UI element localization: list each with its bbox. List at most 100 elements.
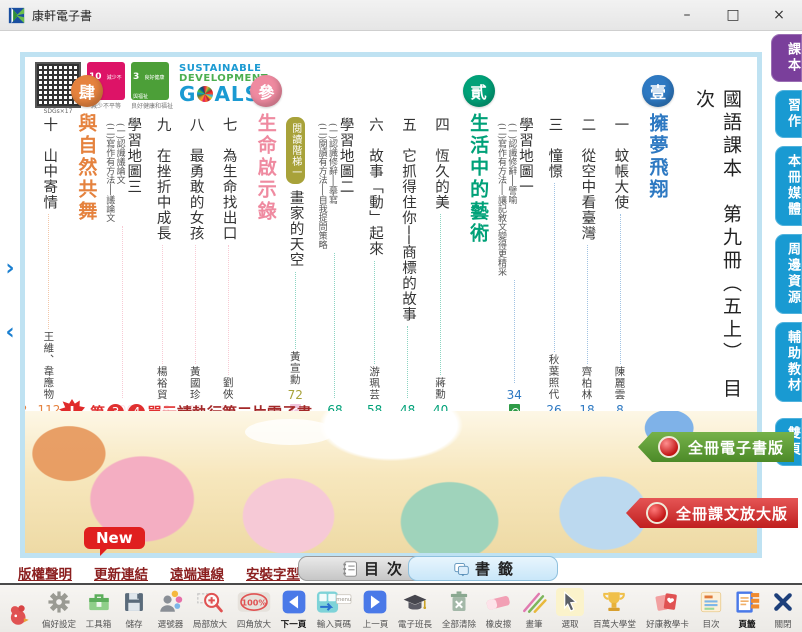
- tool-label: 百萬大學堂: [593, 617, 636, 629]
- unit-number-badge: 參: [250, 75, 282, 107]
- side-tab-3[interactable]: 本冊媒體: [775, 146, 802, 226]
- tool-close[interactable]: 關閉: [768, 586, 798, 632]
- toc-item[interactable]: 閱讀階梯一畫家的天空黃宣勳72: [283, 75, 307, 417]
- tool-eraser[interactable]: 橡皮擦: [483, 586, 513, 632]
- gear-icon: [46, 588, 72, 616]
- page-input-icon: menu: [315, 588, 353, 616]
- tool-cards[interactable]: 好康教學卡: [644, 586, 691, 632]
- footer-link-4[interactable]: 安裝字型: [246, 563, 300, 583]
- tool-pen[interactable]: 畫筆: [519, 586, 549, 632]
- tool-label: 目次: [703, 617, 720, 629]
- tool-toolbox[interactable]: 工具箱: [84, 586, 114, 632]
- page-number: 34: [507, 388, 522, 402]
- toc-item[interactable]: 四 恆久的美蔣勳40: [429, 75, 453, 417]
- side-tab-5[interactable]: 輔助教材: [775, 322, 802, 402]
- bookmark-tab-icon: [453, 560, 471, 578]
- toc-item[interactable]: 三 憧憬秋葉照代26: [542, 75, 566, 417]
- save-icon: [121, 588, 147, 616]
- prev-page-icon: [361, 588, 389, 616]
- lesson-title: 畫家的天空: [287, 190, 304, 268]
- tool-gear[interactable]: 偏好設定: [40, 586, 78, 632]
- tool-save[interactable]: 儲存: [119, 586, 149, 632]
- tool-label: 好康教學卡: [646, 617, 689, 629]
- next-page-icon: [280, 588, 308, 616]
- side-tab-2[interactable]: 習作: [775, 90, 802, 138]
- lesson-author: 王維、韋應物: [41, 331, 56, 400]
- side-tab-4[interactable]: 周邊資源: [775, 234, 802, 314]
- new-badge: New: [84, 527, 145, 549]
- footer-link-3[interactable]: 遠端連線: [170, 563, 224, 583]
- app-window: 康軒電子書 – □ × › ‹ 課本習作本冊媒體周邊資源輔助教材雙頁 SDGs×…: [0, 0, 802, 632]
- lesson-title: 一 蚊帳大使: [612, 117, 629, 210]
- tool-label: 選號器: [157, 617, 183, 629]
- tool-zoom-partial[interactable]: 局部放大: [191, 586, 229, 632]
- tool-label: 畫筆: [526, 617, 543, 629]
- bottom-toolbar: 偏好設定工具箱儲存選號器局部放大100%四角放大下一頁menu輸入頁碼上一頁電子…: [0, 583, 802, 632]
- scroll-left-arrow[interactable]: ‹: [2, 322, 18, 344]
- toc-unit-1: 壹擁夢飛翔一 蚊帳大使陳麗雲8二 從空中看臺灣齊柏林18三 憧憬秋葉照代26學習…: [496, 75, 675, 417]
- tool-clear-all[interactable]: 全部清除: [440, 586, 478, 632]
- lesson-title: 七 為生命找出口: [220, 117, 237, 241]
- toc-item[interactable]: 二 從空中看臺灣齊柏林18: [575, 75, 599, 417]
- lesson-title: 十一 與達駭黑熊走入山林: [20, 117, 24, 303]
- tool-page-input[interactable]: menu輸入頁碼: [314, 586, 354, 632]
- tabs-icon: [733, 588, 761, 616]
- toc-item[interactable]: 九 在挫折中成長楊裕貿96: [150, 75, 174, 417]
- unit-number-badge: 壹: [642, 75, 674, 107]
- class-leader-icon: [401, 588, 429, 616]
- window-title: 康軒電子書: [32, 7, 92, 24]
- toc-item[interactable]: 學習地圖二(一)認識修辭──摹寫(二)閱讀有方法──自我提問策略68: [316, 75, 353, 417]
- tool-label: 橡皮擦: [486, 617, 512, 629]
- lesson-title: 四 恆久的美: [432, 117, 449, 210]
- tool-prev-page[interactable]: 上一頁: [360, 586, 390, 632]
- zoom-partial-icon: [196, 588, 224, 616]
- tool-next-page[interactable]: 下一頁: [279, 586, 309, 632]
- toc-unit-4: 肆與自然共舞十 山中寄情王維、韋應物112十一 與達駭黑熊走入山林乜寇．索克魯曼…: [20, 75, 104, 417]
- toc-item[interactable]: 六 故事「動」起來游珮芸58: [363, 75, 387, 417]
- close-button[interactable]: ×: [756, 0, 802, 30]
- tool-select[interactable]: 選取: [555, 586, 585, 632]
- side-tab-1[interactable]: 課本: [771, 34, 802, 82]
- lesson-author: 齊柏林: [580, 366, 595, 401]
- lesson-title: 五 它抓得住你──商標的故事: [399, 117, 416, 322]
- full-ebook-button[interactable]: 全冊電子書版: [638, 432, 794, 462]
- toc-item[interactable]: 五 它抓得住你──商標的故事48: [396, 75, 420, 417]
- toc-tab-icon: [342, 560, 360, 578]
- app-logo-icon: [8, 7, 25, 24]
- tool-tabs[interactable]: 頁籤: [732, 586, 762, 632]
- footer-link-1[interactable]: 版權聲明: [18, 563, 72, 583]
- tool-class-leader[interactable]: 電子班長: [396, 586, 434, 632]
- tool-quiz[interactable]: 百萬大學堂: [591, 586, 638, 632]
- lesson-author: 黃宣勳: [288, 351, 303, 386]
- toc-item[interactable]: 八 最勇敢的女孩黃國珍88: [183, 75, 207, 417]
- scroll-right-arrow[interactable]: ›: [2, 258, 18, 280]
- maximize-button[interactable]: □: [710, 0, 756, 30]
- toc-item[interactable]: 十 山中寄情王維、韋應物112: [37, 75, 61, 417]
- toc-item[interactable]: 學習地圖一(一)認識修辭──譬喻(二)寫作有方法──讓記敘文變得更精采34: [496, 75, 533, 417]
- toc-item[interactable]: 十一 與達駭黑熊走入山林乜寇．索克魯曼122: [20, 75, 28, 417]
- minimize-button[interactable]: –: [664, 0, 710, 30]
- toc-item[interactable]: 七 為生命找出口劉俠80: [216, 75, 240, 417]
- toc-item[interactable]: 學習地圖三(一)認識議論文(二)寫作有方法──議論文106: [104, 75, 141, 417]
- footer-link-2[interactable]: 更新連結: [94, 563, 148, 583]
- zoom-corner-icon: 100%: [236, 588, 272, 616]
- tool-mascot[interactable]: [4, 599, 34, 632]
- enlarged-text-button[interactable]: 全冊課文放大版: [626, 498, 798, 528]
- picker-icon: [157, 588, 183, 616]
- tool-zoom-corner[interactable]: 100%四角放大: [235, 586, 273, 632]
- unit-title: 生命啟示錄: [253, 113, 280, 223]
- lesson-author: 乜寇．索克魯曼: [20, 320, 23, 401]
- lesson-title: 三 憧憬: [546, 117, 563, 179]
- svg-text:100%: 100%: [241, 597, 266, 607]
- tool-label: 全部清除: [442, 617, 476, 629]
- unit-header: 肆與自然共舞: [70, 75, 104, 417]
- lesson-title: 十 山中寄情: [41, 117, 58, 210]
- tool-picker[interactable]: 選號器: [155, 586, 185, 632]
- lesson-title: 學習地圖三(一)認識議論文(二)寫作有方法──議論文: [104, 117, 141, 222]
- toc-item[interactable]: 一 蚊帳大使陳麗雲8: [608, 75, 632, 417]
- lesson-title: 二 從空中看臺灣: [579, 117, 596, 241]
- tab-bookmark[interactable]: 書籤: [408, 556, 558, 581]
- page-title: 國語課本 第九冊（五上） 目次: [691, 75, 745, 417]
- tool-toc[interactable]: 目次: [696, 586, 726, 632]
- lesson-title: 學習地圖二(一)認識修辭──摹寫(二)閱讀有方法──自我提問策略: [316, 117, 353, 249]
